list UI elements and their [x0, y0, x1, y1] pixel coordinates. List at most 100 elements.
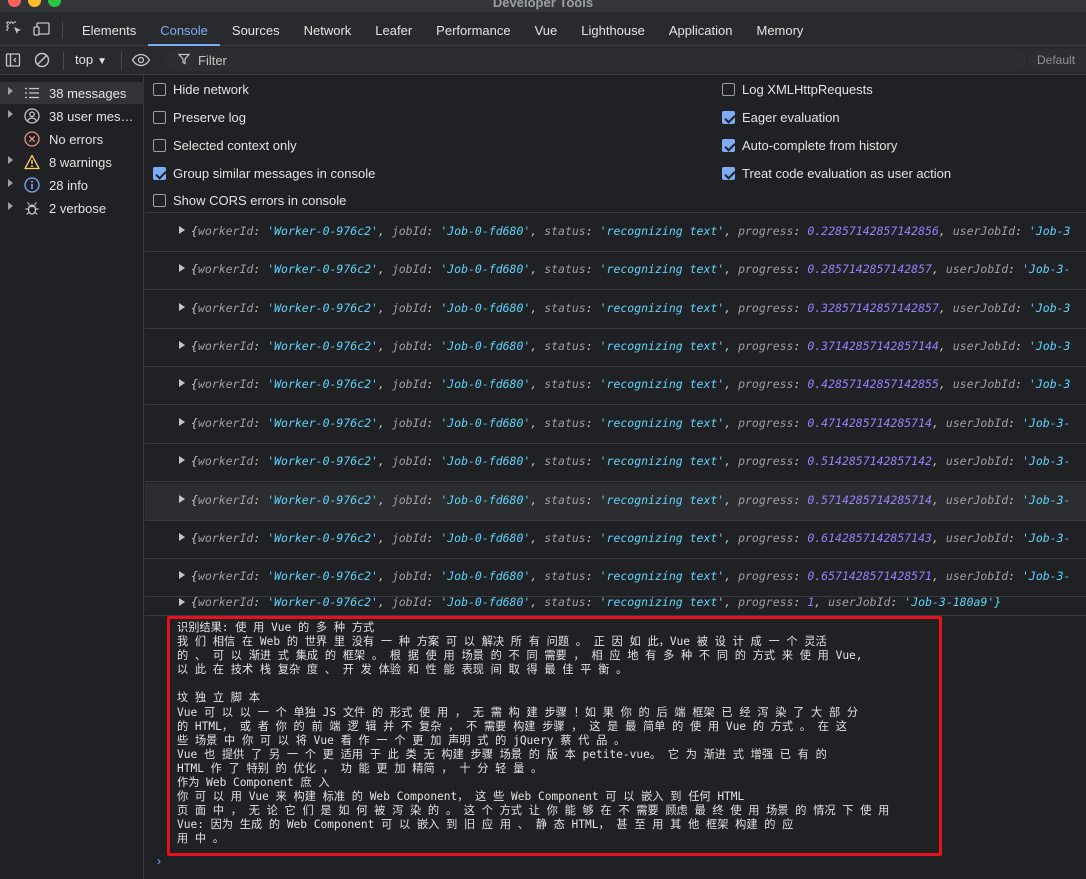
clear-console-icon[interactable]: [34, 52, 50, 68]
console-prompt-icon[interactable]: ›: [157, 854, 161, 868]
message-status-value: 'recognizing text': [599, 569, 725, 583]
tab-elements[interactable]: Elements: [70, 12, 148, 46]
sidebar-item-info[interactable]: 28 info: [0, 174, 144, 196]
checkbox-box-checked[interactable]: [722, 111, 735, 124]
tab-application[interactable]: Application: [657, 12, 745, 46]
expand-object-icon[interactable]: [179, 303, 185, 311]
tab-vue[interactable]: Vue: [523, 12, 570, 46]
checkbox-label: Log XMLHttpRequests: [742, 82, 873, 97]
message-key: jobId: [391, 493, 427, 507]
expand-arrow-icon[interactable]: [8, 179, 13, 187]
console-message-row[interactable]: {workerId: 'Worker-0-976c2', jobId: 'Job…: [145, 291, 1086, 329]
context-selector[interactable]: top ▼: [75, 52, 107, 67]
checkbox-box[interactable]: [153, 83, 166, 96]
message-key: userJobId: [945, 416, 1009, 430]
message-punctuation: :: [793, 569, 808, 583]
message-punctuation: :: [585, 224, 600, 238]
message-key: status: [544, 531, 586, 545]
message-userJobId-value: 'Job-3-: [1021, 416, 1071, 430]
console-message-row[interactable]: {workerId: 'Worker-0-976c2', jobId: 'Job…: [145, 483, 1086, 521]
message-punctuation: ,: [377, 493, 392, 507]
expand-object-icon[interactable]: [179, 264, 185, 272]
message-punctuation: ,: [377, 301, 392, 315]
checkbox-box-checked[interactable]: [153, 167, 166, 180]
message-userJobId-value: 'Job-3-: [1021, 569, 1071, 583]
expand-object-icon[interactable]: [179, 495, 185, 503]
console-message-row[interactable]: {workerId: 'Worker-0-976c2', jobId: 'Job…: [145, 406, 1086, 444]
console-message-row[interactable]: {workerId: 'Worker-0-976c2', jobId: 'Job…: [145, 444, 1086, 482]
console-message-row[interactable]: {workerId: 'Worker-0-976c2', jobId: 'Job…: [145, 367, 1086, 405]
tab-network[interactable]: Network: [292, 12, 364, 46]
console-message-text: {workerId: 'Worker-0-976c2', jobId: 'Job…: [191, 416, 1070, 430]
expand-object-icon[interactable]: [179, 456, 185, 464]
live-expression-eye-icon[interactable]: [131, 52, 151, 68]
message-key: workerId: [197, 569, 254, 583]
tab-memory[interactable]: Memory: [744, 12, 815, 46]
sidebar-toggle-icon[interactable]: [5, 52, 21, 68]
inspect-element-icon[interactable]: [6, 21, 24, 37]
message-punctuation: :: [426, 531, 441, 545]
checkbox-box[interactable]: [153, 139, 166, 152]
tab-lighthouse[interactable]: Lighthouse: [569, 12, 657, 46]
expand-object-icon[interactable]: [179, 571, 185, 579]
message-punctuation: ,: [530, 569, 545, 583]
message-punctuation: :: [793, 595, 808, 609]
message-punctuation: :: [1008, 416, 1022, 430]
tab-console[interactable]: Console: [148, 12, 220, 46]
tab-performance[interactable]: Performance: [424, 12, 522, 46]
checkbox-box-checked[interactable]: [722, 139, 735, 152]
tab-sources[interactable]: Sources: [220, 12, 292, 46]
console-message-row[interactable]: {workerId: 'Worker-0-976c2', jobId: 'Job…: [145, 592, 1086, 616]
message-userJobId-value: 'Job-3-: [1021, 493, 1071, 507]
console-message-row[interactable]: {workerId: 'Worker-0-976c2', jobId: 'Job…: [145, 252, 1086, 290]
checkbox-box[interactable]: [153, 111, 166, 124]
message-jobId-value: 'Job-0-fd680': [440, 531, 531, 545]
message-punctuation: :: [585, 595, 600, 609]
message-punctuation: {: [191, 301, 198, 315]
expand-object-icon[interactable]: [179, 341, 185, 349]
expand-arrow-icon[interactable]: [8, 87, 13, 95]
sidebar-item-label: 38 messages: [49, 86, 127, 101]
console-message-row[interactable]: {workerId: 'Worker-0-976c2', jobId: 'Job…: [145, 329, 1086, 367]
checkbox-label: Selected context only: [173, 138, 297, 153]
message-userJobId-value: 'Job-3: [1028, 301, 1071, 315]
expand-object-icon[interactable]: [179, 379, 185, 387]
message-punctuation: ,: [724, 416, 739, 430]
message-progress-value: 0.6142857142857143: [807, 531, 932, 545]
message-status-value: 'recognizing text': [599, 339, 725, 353]
sidebar-item-user-messages[interactable]: 38 user messages: [0, 105, 144, 127]
checkbox-box-checked[interactable]: [722, 167, 735, 180]
message-progress-value: 0.4714285714285714: [807, 416, 932, 430]
message-key: progress: [738, 224, 794, 238]
sidebar-item-warnings[interactable]: 8 warnings: [0, 151, 144, 173]
expand-arrow-icon[interactable]: [8, 110, 13, 118]
checkbox-box[interactable]: [153, 194, 166, 207]
filter-input[interactable]: Filter: [166, 49, 1026, 71]
message-key: jobId: [391, 416, 427, 430]
message-punctuation: :: [253, 224, 268, 238]
log-levels-dropdown[interactable]: Default levels: [1028, 49, 1086, 89]
device-toolbar-icon[interactable]: [33, 21, 51, 37]
expand-object-icon[interactable]: [179, 533, 185, 541]
message-punctuation: ,: [724, 262, 739, 276]
expand-arrow-icon[interactable]: [8, 202, 13, 210]
console-message-row[interactable]: {workerId: 'Worker-0-976c2', jobId: 'Job…: [145, 521, 1086, 559]
message-punctuation: :: [426, 454, 441, 468]
tab-leafer[interactable]: Leafer: [363, 12, 424, 46]
sidebar-item-errors[interactable]: No errors: [0, 128, 144, 150]
message-punctuation: ,: [724, 493, 739, 507]
divider: [62, 21, 63, 39]
console-message-row[interactable]: {workerId: 'Worker-0-976c2', jobId: 'Job…: [145, 214, 1086, 252]
panel-tab-bar: Elements Console Sources Network Leafer …: [0, 12, 1086, 46]
expand-object-icon[interactable]: [179, 598, 185, 606]
message-status-value: 'recognizing text': [599, 416, 725, 430]
sidebar-item-messages[interactable]: 38 messages: [0, 82, 144, 104]
expand-arrow-icon[interactable]: [8, 156, 13, 164]
sidebar-item-label: 8 warnings: [49, 155, 112, 170]
expand-object-icon[interactable]: [179, 418, 185, 426]
message-punctuation: ,: [814, 595, 829, 609]
message-punctuation: :: [585, 454, 600, 468]
sidebar-item-verbose[interactable]: 2 verbose: [0, 197, 144, 219]
checkbox-box[interactable]: [722, 83, 735, 96]
expand-object-icon[interactable]: [179, 226, 185, 234]
